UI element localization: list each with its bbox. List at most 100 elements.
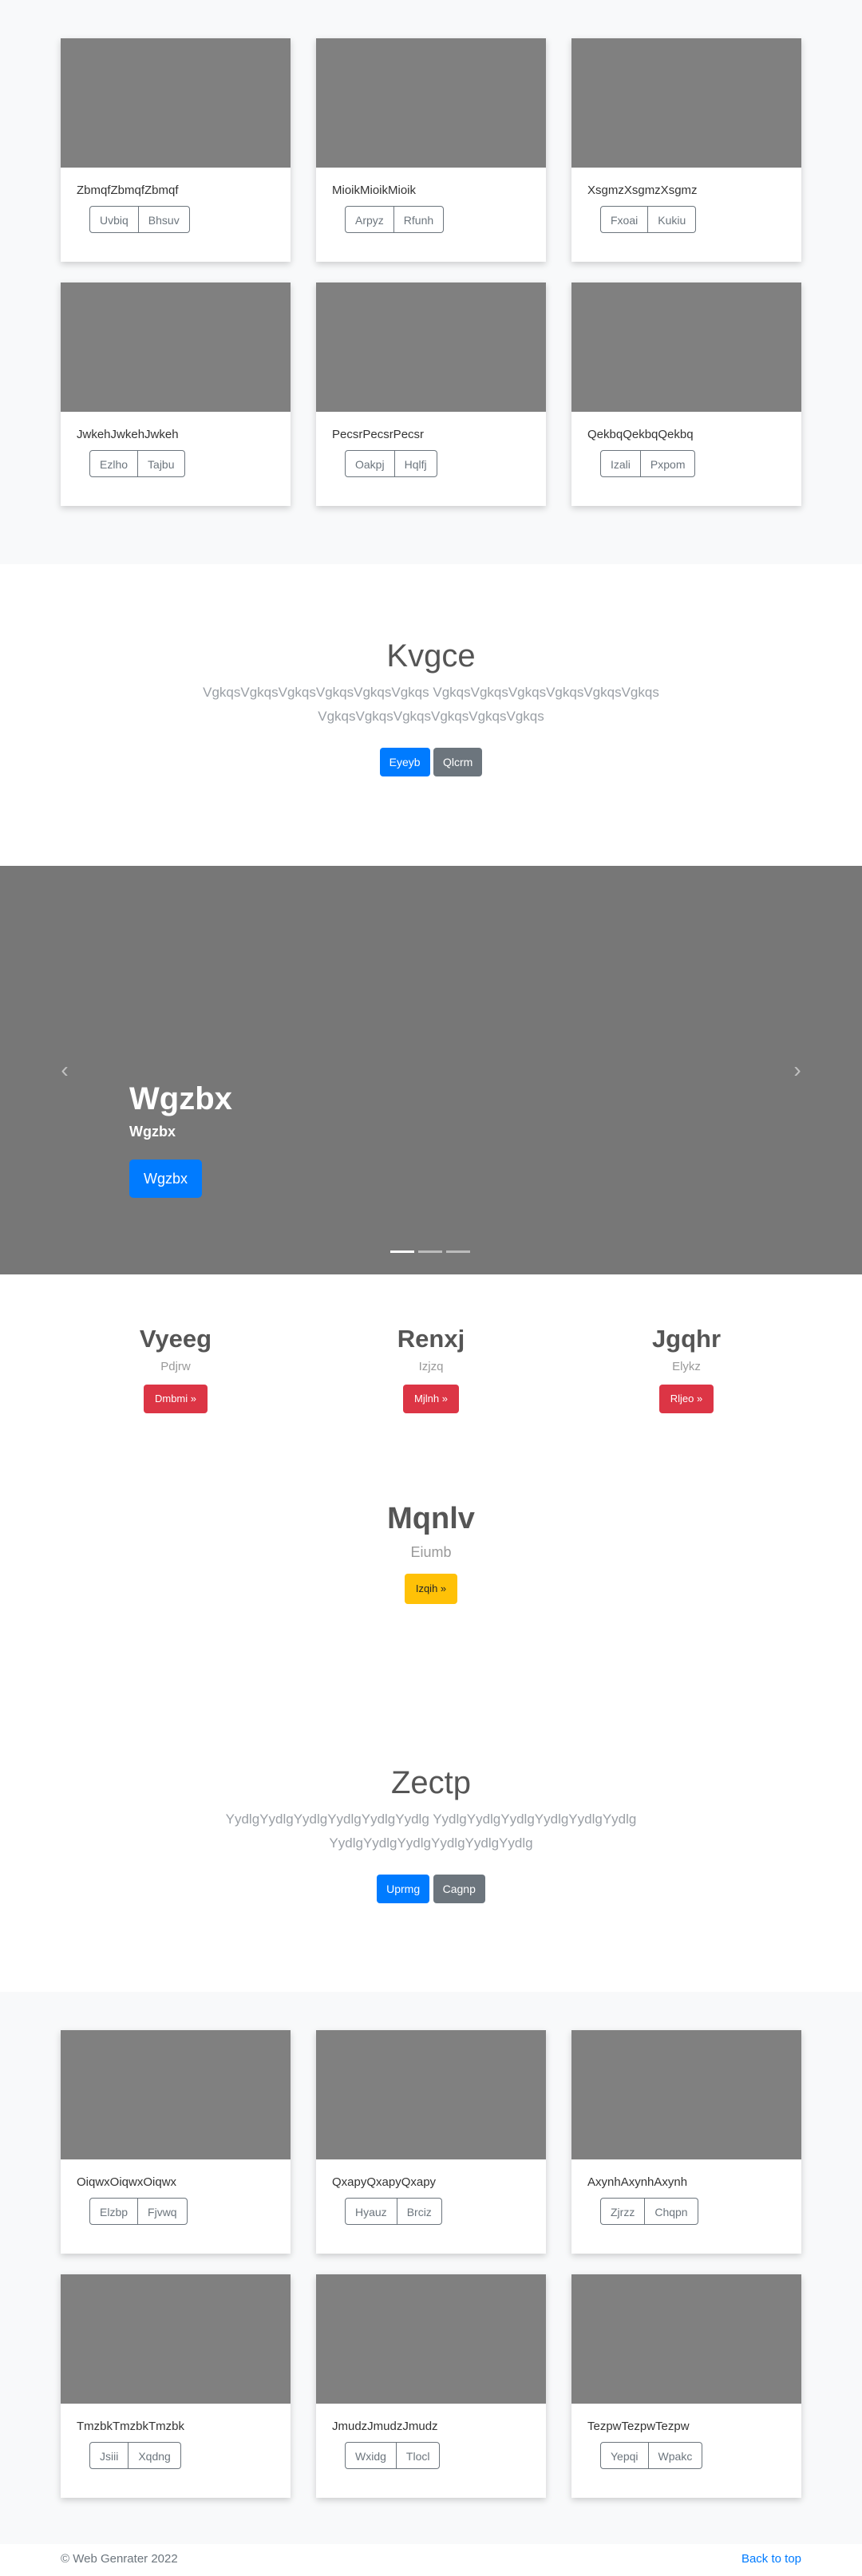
feature-heading: Renxj <box>397 1325 465 1353</box>
card-button-group: Fxoai Kukiu <box>600 206 697 233</box>
card-button[interactable]: Wxidg <box>345 2442 397 2469</box>
card-title: ZbmqfZbmqfZbmqf <box>77 184 179 197</box>
primary-button[interactable]: Eyeyb <box>379 748 430 776</box>
secondary-button[interactable]: Cagnp <box>433 1875 485 1903</box>
card-button[interactable]: Kukiu <box>648 206 697 233</box>
card: TmzbkTmzbkTmzbk Jsiii Xqdng <box>61 2274 291 2498</box>
card-button[interactable]: Chqpn <box>645 2198 698 2225</box>
feature-text: Elykz <box>672 1360 701 1373</box>
feature-button[interactable]: Izqih » <box>404 1574 458 1604</box>
card-button[interactable]: Tajbu <box>138 450 185 477</box>
card-button[interactable]: Fxoai <box>600 206 649 233</box>
card: QxapyQxapyQxapy Hyauz Brciz <box>316 2030 546 2254</box>
card-button[interactable]: Xqdng <box>129 2442 181 2469</box>
card-button-group: Izali Pxpom <box>600 450 696 477</box>
card-button[interactable]: Zjrzz <box>600 2198 646 2225</box>
card-button[interactable]: Arpyz <box>345 206 394 233</box>
card-button-group: Yepqi Wpakc <box>600 2442 703 2469</box>
card-button[interactable]: Uvbiq <box>89 206 139 233</box>
card-thumbnail <box>61 2274 291 2404</box>
card-thumbnail <box>316 282 546 412</box>
carousel: ‹ › Wgzbx Wgzbx Wgzbx <box>0 866 862 1274</box>
primary-button[interactable]: Uprmg <box>377 1875 430 1903</box>
card-button-group: Oakpj Hqlfj <box>345 450 437 477</box>
card-button[interactable]: Hyauz <box>345 2198 397 2225</box>
card-button[interactable]: Elzbp <box>89 2198 139 2225</box>
card: JmudzJmudzJmudz Wxidg Tlocl <box>316 2274 546 2498</box>
card-button-group: Hyauz Brciz <box>345 2198 442 2225</box>
card-thumbnail <box>571 2030 801 2159</box>
card-button[interactable]: Ezlho <box>89 450 139 477</box>
card-button[interactable]: Rfunh <box>393 206 445 233</box>
card-button[interactable]: Tlocl <box>396 2442 441 2469</box>
carousel-indicators <box>390 1250 474 1253</box>
carousel-next-icon[interactable]: › <box>785 1054 809 1086</box>
card-grid-bottom: OiqwxOiqwxOiqwx Elzbp Fjvwq QxapyQxapyQx… <box>61 2030 801 2498</box>
carousel-indicator[interactable] <box>418 1250 442 1253</box>
card-button[interactable]: Wpakc <box>648 2442 703 2469</box>
carousel-prev-icon[interactable]: ‹ <box>53 1054 77 1086</box>
card-button[interactable]: Yepqi <box>600 2442 649 2469</box>
footer: © Web Genrater 2022 Back to top <box>61 2552 801 2566</box>
jumbotron-1: Kvgce VgkqsVgkqsVgkqsVgkqsVgkqsVgkqs Vgk… <box>0 638 862 776</box>
jumbotron-2: Zectp YydlgYydlgYydlgYydlgYydlgYydlg Yyd… <box>0 1765 862 1903</box>
carousel-button[interactable]: Wgzbx <box>129 1160 203 1198</box>
feature-button[interactable]: Dmbmi » <box>143 1385 208 1413</box>
card: QekbqQekbqQekbq Izali Pxpom <box>571 282 801 506</box>
card: PecsrPecsrPecsr Oakpj Hqlfj <box>316 282 546 506</box>
feature-text: Eiumb <box>410 1544 452 1560</box>
feature-column: Vyeeg Pdjrw Dmbmi » <box>56 1325 295 1413</box>
card-button[interactable]: Jsiii <box>89 2442 129 2469</box>
feature-column: Renxj Izjzq Mjlnh » <box>311 1325 551 1413</box>
jumbotron-lead: VgkqsVgkqsVgkqsVgkqsVgkqsVgkqs VgkqsVgkq… <box>203 685 659 724</box>
card-title: OiqwxOiqwxOiqwx <box>77 2175 177 2189</box>
feature-center: Mqnlv Eiumb Izqih » <box>311 1502 551 1604</box>
card-button[interactable]: Brciz <box>397 2198 442 2225</box>
card-title: TezpwTezpwTezpw <box>587 2420 690 2433</box>
card: AxynhAxynhAxynh Zjrzz Chqpn <box>571 2030 801 2254</box>
card-title: XsgmzXsgmzXsgmz <box>587 184 698 197</box>
card-title: PecsrPecsrPecsr <box>332 428 425 441</box>
card-button[interactable]: Fjvwq <box>138 2198 188 2225</box>
back-to-top-link[interactable]: Back to top <box>741 2552 801 2566</box>
carousel-heading: Wgzbx <box>129 1081 232 1116</box>
card-button-group: Zjrzz Chqpn <box>600 2198 698 2225</box>
card-button[interactable]: Bhsuv <box>138 206 190 233</box>
card-button-group: Wxidg Tlocl <box>345 2442 441 2469</box>
card-button[interactable]: Hqlfj <box>394 450 437 477</box>
jumbotron-buttons: Eyeyb Qlcrm <box>0 748 862 776</box>
card-thumbnail <box>316 38 546 168</box>
card-button[interactable]: Pxpom <box>640 450 696 477</box>
card-button-group: Arpyz Rfunh <box>345 206 445 233</box>
jumbotron-heading: Kvgce <box>386 638 476 674</box>
card-title: QekbqQekbqQekbq <box>587 428 694 441</box>
card-button-group: Elzbp Fjvwq <box>89 2198 188 2225</box>
card-button-group: Uvbiq Bhsuv <box>89 206 190 233</box>
carousel-caption: Wgzbx Wgzbx Wgzbx <box>129 1081 232 1198</box>
card: JwkehJwkehJwkeh Ezlho Tajbu <box>61 282 291 506</box>
feature-button[interactable]: Rljeo » <box>658 1385 714 1413</box>
carousel-indicator[interactable] <box>446 1250 470 1253</box>
card: XsgmzXsgmzXsgmz Fxoai Kukiu <box>571 38 801 262</box>
card-button[interactable]: Izali <box>600 450 641 477</box>
card: ZbmqfZbmqfZbmqf Uvbiq Bhsuv <box>61 38 291 262</box>
footer-copyright: © Web Genrater 2022 <box>61 2552 178 2566</box>
feature-button[interactable]: Mjlnh » <box>403 1385 459 1413</box>
card-title: MioikMioikMioik <box>332 184 417 197</box>
card-thumbnail <box>61 38 291 168</box>
feature-text: Pdjrw <box>160 1360 191 1373</box>
card-button[interactable]: Oakpj <box>345 450 395 477</box>
carousel-subtext: Wgzbx <box>129 1124 176 1140</box>
card: MioikMioikMioik Arpyz Rfunh <box>316 38 546 262</box>
card: TezpwTezpwTezpw Yepqi Wpakc <box>571 2274 801 2498</box>
feature-heading: Vyeeg <box>139 1325 212 1353</box>
card-thumbnail <box>61 282 291 412</box>
secondary-button[interactable]: Qlcrm <box>433 748 483 776</box>
carousel-indicator[interactable] <box>390 1250 414 1253</box>
card-title: JwkehJwkehJwkeh <box>77 428 179 441</box>
jumbotron-heading: Zectp <box>390 1765 472 1800</box>
album-section-top: ZbmqfZbmqfZbmqf Uvbiq Bhsuv MioikMioikMi… <box>0 0 862 564</box>
card-thumbnail <box>316 2274 546 2404</box>
feature-heading: Mqnlv <box>387 1502 475 1535</box>
album-section-bottom: OiqwxOiqwxOiqwx Elzbp Fjvwq QxapyQxapyQx… <box>0 1992 862 2544</box>
